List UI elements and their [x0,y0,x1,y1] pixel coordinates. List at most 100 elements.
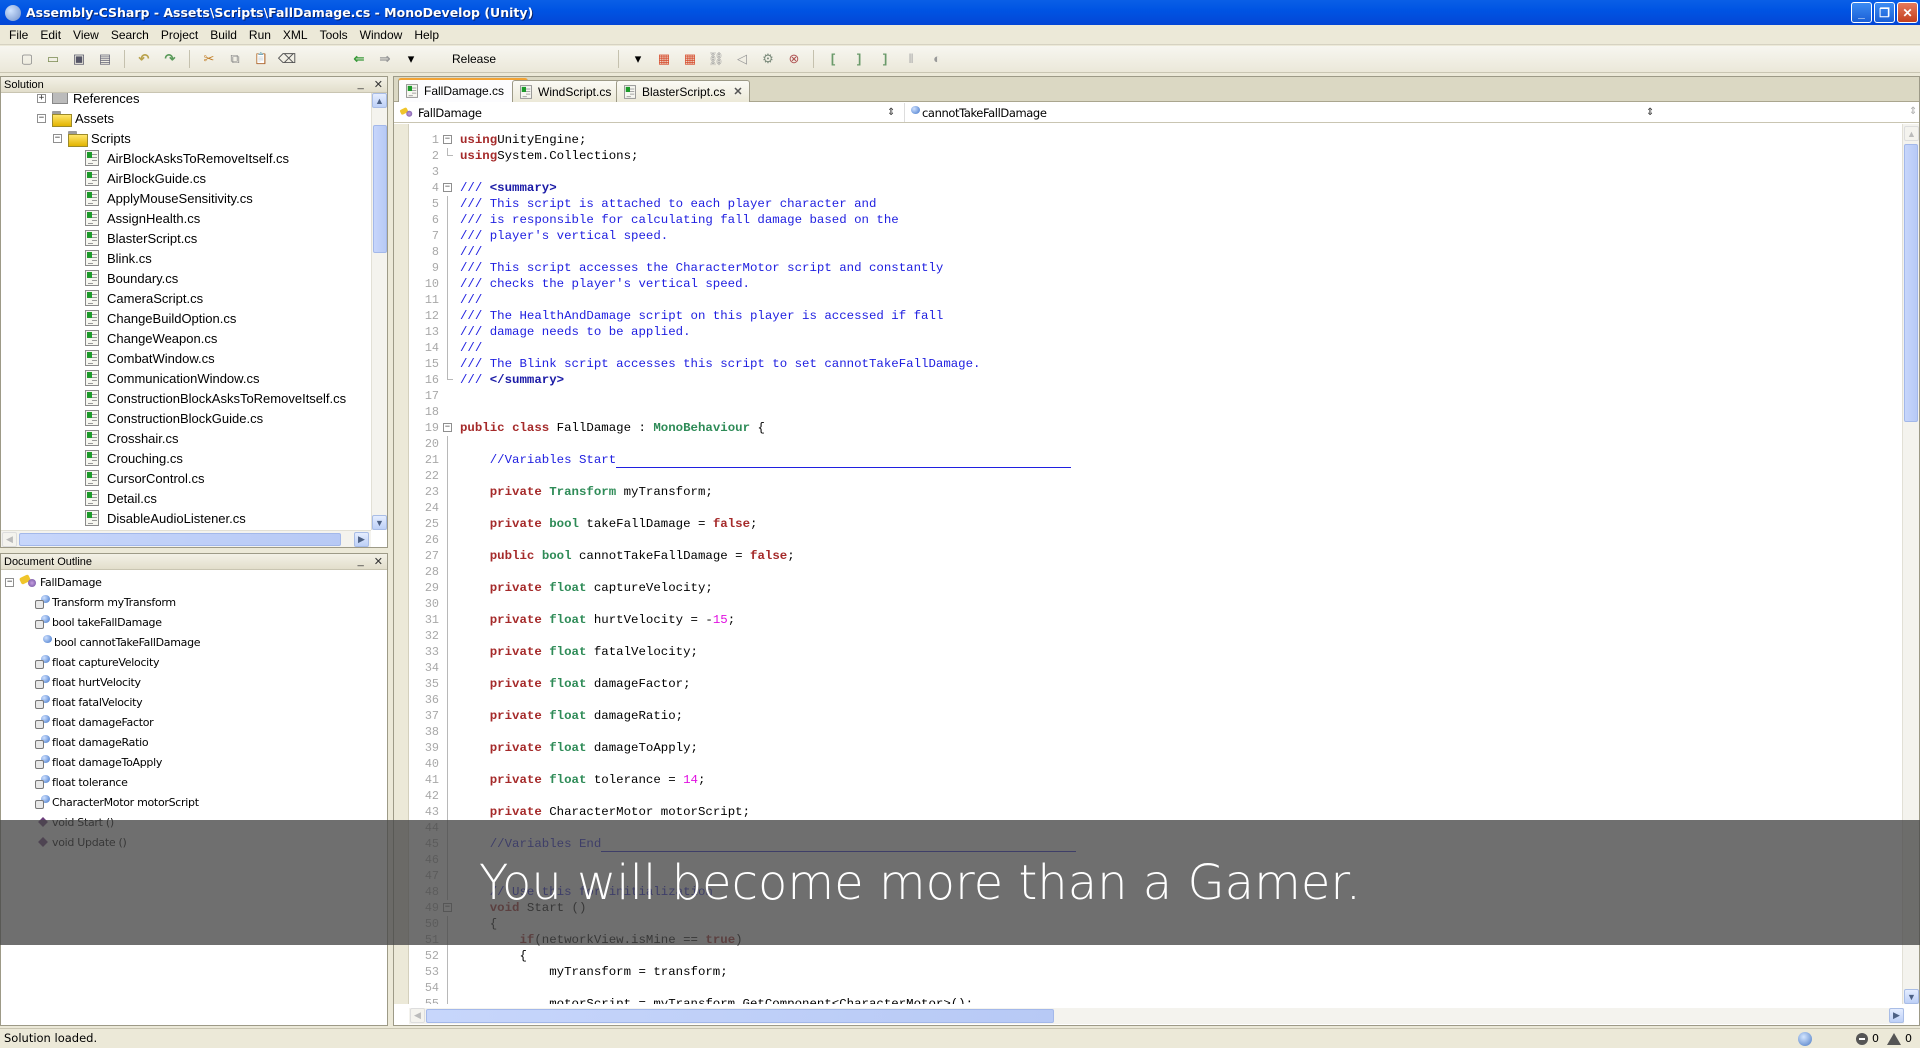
copy-icon[interactable]: ⧉ [227,51,243,67]
scroll-up-button[interactable]: ▲ [372,93,387,108]
solution-file-item[interactable]: CommunicationWindow.cs [85,368,259,388]
collapse-icon[interactable]: − [37,113,46,123]
member-selector[interactable]: cannotTakeFallDamage ⇕ [904,103,1654,122]
collapse-icon[interactable]: − [53,133,62,143]
globe-icon[interactable] [1798,1031,1812,1046]
solution-file-item[interactable]: Crosshair.cs [85,428,179,448]
deploy-icon[interactable]: ◁ [734,51,750,67]
outline-root[interactable]: − FallDamage [5,572,102,592]
fold-collapse-icon[interactable]: − [443,135,452,144]
restore-button[interactable]: ❐ [1874,2,1895,23]
solution-file-item[interactable]: CursorControl.cs [85,468,205,488]
scroll-right-button[interactable]: ▶ [1889,1008,1904,1023]
step-out-icon[interactable]: ] [877,51,893,67]
menu-edit[interactable]: Edit [34,28,67,42]
scroll-down-button[interactable]: ▼ [1904,989,1919,1004]
outline-item[interactable]: float hurtVelocity [34,672,141,692]
scrollbar-thumb[interactable] [426,1009,1054,1023]
outline-item[interactable]: float captureVelocity [34,652,159,672]
export-icon[interactable]: ⇒ [377,51,393,67]
minimize-pad-icon[interactable]: _ [358,78,364,91]
scrollbar-thumb[interactable] [19,533,341,546]
chevron-down-icon[interactable]: ▾ [630,51,646,67]
fold-collapse-icon[interactable]: − [443,423,452,432]
solution-file-item[interactable]: CombatWindow.cs [85,348,215,368]
outline-item[interactable]: bool cannotTakeFallDamage [41,632,201,652]
outline-item[interactable]: Transform myTransform [34,592,176,612]
scroll-right-button[interactable]: ▶ [354,532,369,547]
tab-blasterscript-cs[interactable]: BlasterScript.cs ✕ [616,80,750,102]
solution-file-item[interactable]: ChangeWeapon.cs [85,328,217,348]
solution-file-item[interactable]: Blink.cs [85,248,152,268]
menu-view[interactable]: View [67,28,105,42]
fold-collapse-icon[interactable]: − [443,183,452,192]
build-icon[interactable]: ▦ [656,51,672,67]
cut-icon[interactable]: ✂ [201,51,217,67]
outline-item[interactable]: bool takeFallDamage [34,612,162,632]
solution-file-item[interactable]: ConstructionBlockAsksToRemoveItself.cs [85,388,346,408]
solution-file-item[interactable]: CameraScript.cs [85,288,203,308]
stop-icon[interactable]: ⊗ [786,51,802,67]
solution-file-item[interactable]: Crouching.cs [85,448,183,468]
scroll-left-button[interactable]: ◀ [410,1008,425,1023]
undo-icon[interactable]: ↶ [136,51,152,67]
minimize-button[interactable]: _ [1851,2,1872,23]
expand-icon[interactable]: + [37,93,46,103]
editor-horizontal-scrollbar[interactable]: ◀ ▶ [409,1008,1904,1024]
split-arrows-icon[interactable]: ⇕ [1909,106,1917,117]
menu-project[interactable]: Project [155,28,204,42]
errors-icon[interactable] [1856,1032,1868,1045]
import-icon[interactable]: ⇐ [351,51,367,67]
type-selector[interactable]: FallDamage ⇕ [398,103,895,122]
close-tab-icon[interactable]: ✕ [733,85,742,98]
solution-references-item[interactable]: + References [37,93,139,108]
scroll-down-button[interactable]: ▼ [372,515,387,530]
solution-file-item[interactable]: BlasterScript.cs [85,228,197,248]
step-over-icon[interactable]: ] [851,51,867,67]
outline-item[interactable]: float damageToApply [34,752,162,772]
solution-file-item[interactable]: ChangeBuildOption.cs [85,308,236,328]
menu-xml[interactable]: XML [277,28,314,42]
menu-help[interactable]: Help [408,28,445,42]
solution-file-item[interactable]: Boundary.cs [85,268,178,288]
build-all-icon[interactable]: ▦ [682,51,698,67]
solution-file-item[interactable]: ConstructionBlockGuide.cs [85,408,263,428]
scrollbar-thumb[interactable] [1904,144,1918,422]
save-icon[interactable]: ▣ [71,51,87,67]
solution-folder-item[interactable]: − Assets [37,108,114,128]
step-into-icon[interactable]: [ [825,51,841,67]
outline-item[interactable]: float fatalVelocity [34,692,143,712]
solution-file-item[interactable]: ApplyMouseSensitivity.cs [85,188,253,208]
solution-folder-item[interactable]: − Scripts [53,128,131,148]
tab-falldamage-cs[interactable]: FallDamage.cs✕ [398,78,529,102]
new-file-icon[interactable]: ▢ [19,51,35,67]
scroll-left-button[interactable]: ◀ [2,532,17,547]
solution-file-item[interactable]: AssignHealth.cs [85,208,200,228]
outline-item[interactable]: float damageFactor [34,712,154,732]
minimize-pad-icon[interactable]: _ [358,555,364,568]
solution-vertical-scrollbar[interactable]: ▲ ▼ [371,93,387,530]
collapse-icon[interactable]: − [5,577,14,587]
chevron-down-icon[interactable]: ▾ [403,51,419,67]
menu-run[interactable]: Run [243,28,277,42]
debug-icon[interactable]: ◐ [929,51,945,67]
save-all-icon[interactable]: ▤ [97,51,113,67]
paste-icon[interactable]: 📋 [253,51,269,67]
pause-icon[interactable]: ‖ [903,51,919,67]
link-icon[interactable]: ⛓ [708,51,725,67]
menu-tools[interactable]: Tools [314,28,354,42]
warnings-icon[interactable] [1887,1032,1901,1045]
close-pad-icon[interactable]: ✕ [374,555,383,568]
outline-item[interactable]: CharacterMotor motorScript [34,792,199,812]
outline-item[interactable]: float damageRatio [34,732,149,752]
solution-horizontal-scrollbar[interactable]: ◀ ▶ [1,530,371,547]
menu-file[interactable]: File [3,28,34,42]
outline-item[interactable]: float tolerance [34,772,128,792]
solution-file-item[interactable]: Detail.cs [85,488,157,508]
menu-window[interactable]: Window [354,28,409,42]
scrollbar-thumb[interactable] [373,125,387,253]
solution-file-item[interactable]: AirBlockAsksToRemoveItself.cs [85,148,289,168]
scroll-up-button[interactable]: ▲ [1904,126,1919,141]
solution-file-item[interactable]: AirBlockGuide.cs [85,168,206,188]
open-folder-icon[interactable]: ▭ [45,51,61,67]
